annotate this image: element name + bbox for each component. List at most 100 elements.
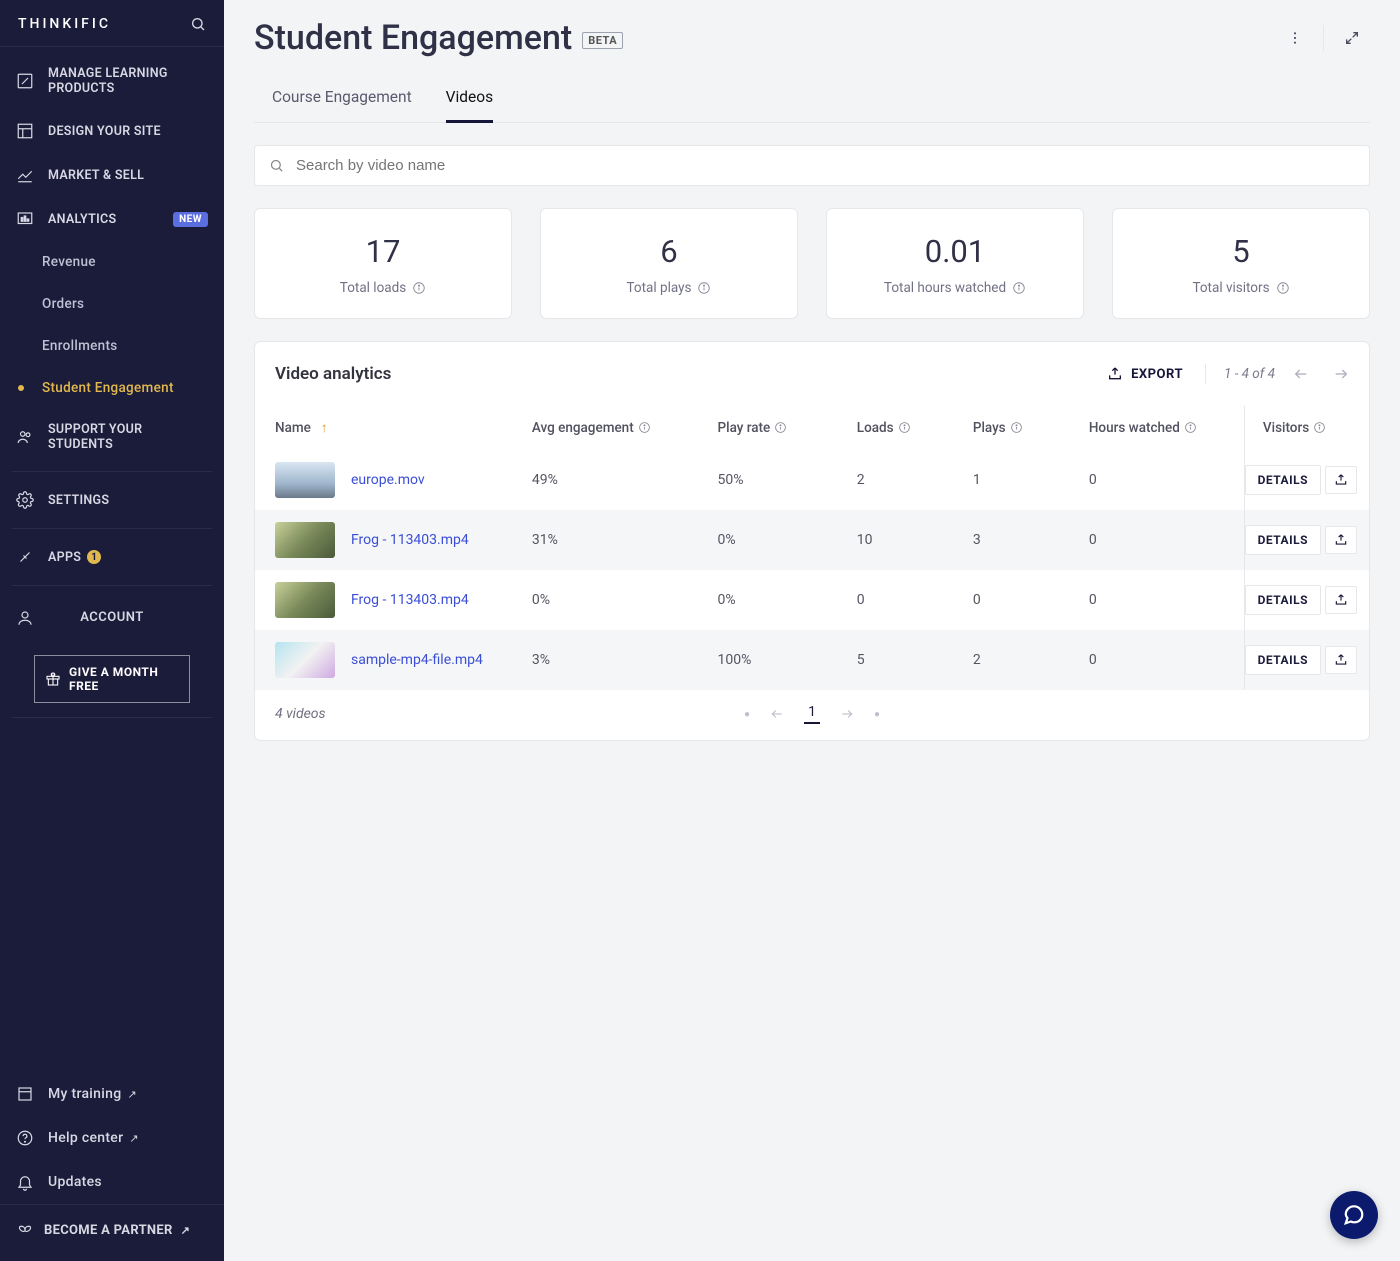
stat-value: 5 [1123, 233, 1359, 270]
sidebar-account[interactable]: ACCOUNT [0, 592, 224, 643]
info-icon[interactable] [1010, 421, 1024, 435]
cell-avg-engagement: 49% [522, 450, 708, 510]
prev-page-arrow[interactable] [770, 707, 784, 721]
cell-loads: 2 [847, 450, 963, 510]
sidebar-item-manage[interactable]: MANAGE LEARNING PRODUCTS [0, 53, 224, 109]
column-header[interactable]: Play rate [708, 406, 847, 450]
info-icon[interactable] [1184, 421, 1198, 435]
column-header[interactable]: Visitors [1253, 406, 1369, 450]
details-button[interactable]: DETAILS [1245, 585, 1321, 615]
expand-button[interactable] [1334, 22, 1370, 54]
sidebar-item-apps[interactable]: APPS 1 [0, 535, 224, 579]
share-button[interactable] [1325, 466, 1357, 494]
sidebar-item-analytics[interactable]: ANALYTICS NEW [0, 197, 224, 241]
external-icon: ↗ [129, 1132, 139, 1145]
stat-label: Total plays [627, 280, 712, 296]
video-name-link[interactable]: Frog - 113403.mp4 [351, 592, 469, 608]
external-icon: ↗ [181, 1224, 191, 1237]
cell-hours: 0 [1079, 570, 1253, 630]
new-badge: NEW [173, 212, 208, 227]
bell-icon [16, 1173, 34, 1191]
stat-card: 17 Total loads [254, 208, 512, 319]
cell-plays: 3 [963, 510, 1079, 570]
column-header[interactable]: Name↑ [255, 406, 522, 450]
tab-videos[interactable]: Videos [446, 78, 493, 123]
table-row: Frog - 113403.mp4 31% 0% 10 3 0 1 [255, 510, 1369, 570]
column-header[interactable]: Hours watched [1079, 406, 1253, 450]
next-page-button[interactable] [1333, 366, 1349, 382]
sidebar-bottom-help[interactable]: Help center ↗ [0, 1116, 224, 1160]
sidebar-sub-revenue[interactable]: Revenue [0, 241, 224, 283]
gift-button[interactable]: GIVE A MONTH FREE [34, 655, 190, 703]
share-button[interactable] [1325, 526, 1357, 554]
details-button[interactable]: DETAILS [1245, 645, 1321, 675]
help-icon [16, 1129, 34, 1147]
stat-card: 5 Total visitors [1112, 208, 1370, 319]
export-button[interactable]: EXPORT [1103, 360, 1187, 388]
sidebar-item-market[interactable]: MARKET & SELL [0, 153, 224, 197]
info-icon[interactable] [697, 281, 711, 295]
video-thumbnail[interactable] [275, 522, 335, 558]
export-icon [1107, 366, 1123, 382]
current-page[interactable]: 1 [804, 704, 820, 724]
cell-avg-engagement: 3% [522, 630, 708, 690]
chat-bubble[interactable] [1330, 1191, 1378, 1239]
video-name-link[interactable]: Frog - 113403.mp4 [351, 532, 469, 548]
info-icon[interactable] [898, 421, 912, 435]
cell-play-rate: 0% [708, 510, 847, 570]
info-icon[interactable] [1012, 281, 1026, 295]
sidebar-bottom-updates[interactable]: Updates [0, 1160, 224, 1204]
sidebar-header: THINKIFIC [0, 0, 224, 47]
sidebar-bottom-training[interactable]: My training ↗ [0, 1072, 224, 1116]
stat-card: 6 Total plays [540, 208, 798, 319]
search-bar[interactable] [254, 145, 1370, 186]
sidebar-item-design[interactable]: DESIGN YOUR SITE [0, 109, 224, 153]
video-thumbnail[interactable] [275, 462, 335, 498]
first-page-dot[interactable]: ● [744, 709, 750, 720]
info-icon[interactable] [638, 421, 652, 435]
details-button[interactable]: DETAILS [1245, 465, 1321, 495]
info-icon[interactable] [774, 421, 788, 435]
sidebar-item-support[interactable]: SUPPORT YOUR STUDENTS [0, 409, 224, 465]
result-range: 1 - 4 of 4 [1224, 366, 1275, 382]
next-page-arrow[interactable] [840, 707, 854, 721]
column-header[interactable]: Loads [847, 406, 963, 450]
more-menu-button[interactable] [1277, 22, 1313, 54]
analytics-icon [16, 210, 34, 228]
account-label: ACCOUNT [80, 610, 144, 625]
book-icon [16, 1085, 34, 1103]
pencil-square-icon [16, 72, 34, 90]
video-name-link[interactable]: sample-mp4-file.mp4 [351, 652, 483, 668]
column-header[interactable]: Avg engagement [522, 406, 708, 450]
search-input[interactable] [294, 156, 1355, 175]
info-icon[interactable] [412, 281, 426, 295]
stat-value: 0.01 [837, 233, 1073, 270]
share-button[interactable] [1325, 586, 1357, 614]
video-thumbnail[interactable] [275, 642, 335, 678]
sidebar-sub-enrollments[interactable]: Enrollments [0, 325, 224, 367]
prev-page-button[interactable] [1293, 366, 1309, 382]
sidebar-item-settings[interactable]: SETTINGS [0, 478, 224, 522]
cell-play-rate: 100% [708, 630, 847, 690]
info-icon[interactable] [1276, 281, 1290, 295]
panel-title: Video analytics [275, 364, 391, 384]
page-title: Student Engagement BETA [254, 18, 623, 58]
info-icon[interactable] [1313, 421, 1327, 435]
sidebar-partner[interactable]: BECOME A PARTNER ↗ [0, 1204, 224, 1255]
tab-course-engagement[interactable]: Course Engagement [272, 78, 412, 122]
share-button[interactable] [1325, 646, 1357, 674]
brand-logo: THINKIFIC [18, 16, 111, 32]
sidebar-sub-orders[interactable]: Orders [0, 283, 224, 325]
column-header[interactable]: Plays [963, 406, 1079, 450]
video-thumbnail[interactable] [275, 582, 335, 618]
last-page-dot[interactable]: ● [874, 709, 880, 720]
plug-icon [16, 548, 34, 566]
cell-play-rate: 0% [708, 570, 847, 630]
cell-plays: 0 [963, 570, 1079, 630]
details-button[interactable]: DETAILS [1245, 525, 1321, 555]
search-icon[interactable] [190, 16, 206, 32]
stat-card: 0.01 Total hours watched [826, 208, 1084, 319]
video-name-link[interactable]: europe.mov [351, 472, 425, 488]
sidebar-sub-engagement[interactable]: Student Engagement [0, 367, 224, 409]
beta-badge: BETA [582, 32, 623, 49]
